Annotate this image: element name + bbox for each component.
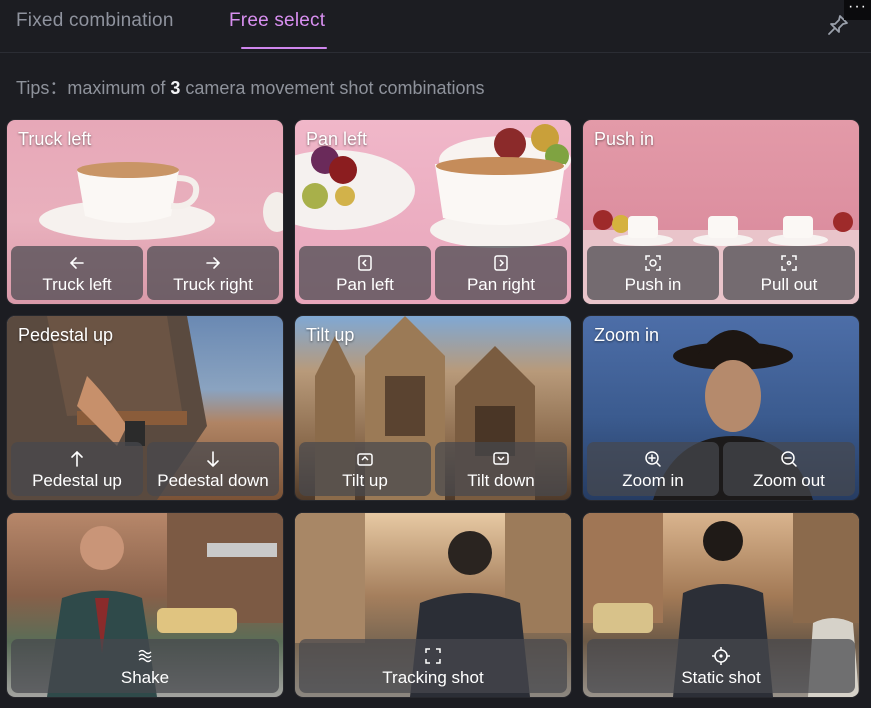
pedestal-down-button[interactable]: Pedestal down — [147, 442, 279, 496]
card-title: Zoom in — [594, 325, 660, 345]
tracking-icon — [425, 647, 441, 664]
card-pedestal[interactable]: Pedestal up Pedestal up Pedestal down — [7, 316, 283, 500]
zoom-in-button[interactable]: Zoom in — [587, 442, 719, 496]
truck-left-button[interactable]: Truck left — [11, 246, 143, 300]
button-label: Tilt down — [467, 470, 535, 490]
tilt-up-button[interactable]: Tilt up — [299, 442, 431, 496]
truck-right-button[interactable]: Truck right — [147, 246, 279, 300]
tilt-down-button[interactable]: Tilt down — [435, 442, 567, 496]
card-shake[interactable]: Shake — [7, 513, 283, 697]
card-zoom[interactable]: Zoom in Zoom in Zoom out — [583, 316, 859, 500]
pan-left-button[interactable]: Pan left — [299, 246, 431, 300]
zoom-in-icon — [645, 450, 661, 467]
card-title: Truck left — [18, 129, 92, 149]
card-pan[interactable]: Pan left Pan left Pan right — [295, 120, 571, 304]
pedestal-up-button[interactable]: Pedestal up — [11, 442, 143, 496]
button-label: Shake — [120, 667, 170, 687]
pan-right-button[interactable]: Pan right — [435, 246, 567, 300]
tilt-up-icon — [357, 452, 373, 466]
button-label: Zoom in — [622, 470, 684, 490]
tracking-shot-button[interactable]: Tracking shot — [299, 639, 567, 693]
card-static[interactable]: Static shot — [583, 513, 859, 697]
push-in-button[interactable]: Push in — [587, 246, 719, 300]
shake-button[interactable]: Shake — [11, 639, 279, 693]
active-tab-indicator — [241, 47, 327, 49]
tips-count: 3 — [170, 78, 181, 98]
push-in-icon — [645, 254, 661, 271]
tilt-down-icon — [493, 451, 509, 465]
pull-out-button[interactable]: Pull out — [723, 246, 855, 300]
tab-fixed-combination[interactable]: Fixed combination — [16, 10, 174, 32]
tips-text: Tips：maximum of 3 camera movement shot c… — [16, 74, 485, 100]
more-options-button[interactable]: ··· — [844, 0, 871, 20]
target-icon — [712, 646, 730, 665]
button-label: Truck left — [42, 274, 112, 294]
arrow-down-icon — [207, 450, 219, 467]
zoom-out-button[interactable]: Zoom out — [723, 442, 855, 496]
pull-out-icon — [781, 254, 797, 271]
button-label: Tilt up — [342, 470, 388, 490]
card-tilt[interactable]: Tilt up Tilt up Tilt down — [295, 316, 571, 500]
card-push[interactable]: Push in Push in Pull out — [583, 120, 859, 304]
button-label: Pedestal up — [32, 470, 122, 490]
tab-free-select[interactable]: Free select — [229, 10, 325, 32]
button-label: Pan right — [466, 274, 536, 294]
tips-suffix: camera movement shot combinations — [180, 78, 485, 98]
arrow-right-icon — [206, 256, 221, 269]
top-bar: Fixed combination Free select ··· — [0, 0, 871, 53]
button-label: Truck right — [173, 274, 253, 294]
button-label: Pedestal down — [157, 470, 269, 490]
button-label: Tracking shot — [382, 667, 484, 687]
card-title: Pedestal up — [18, 325, 114, 345]
pan-right-icon — [494, 254, 508, 271]
card-title: Push in — [594, 129, 655, 149]
zoom-out-icon — [781, 450, 797, 467]
card-tracking[interactable]: Tracking shot — [295, 513, 571, 697]
button-label: Push in — [624, 274, 682, 294]
button-label: Static shot — [681, 667, 761, 687]
card-truck[interactable]: Truck left Truck left Truck right — [7, 120, 283, 304]
button-label: Zoom out — [753, 470, 825, 490]
pan-left-icon — [358, 254, 372, 271]
card-title: Tilt up — [306, 325, 355, 345]
button-label: Pull out — [760, 274, 818, 294]
card-title: Pan left — [306, 129, 368, 149]
arrow-left-icon — [69, 256, 84, 269]
tips-prefix: Tips：maximum of — [16, 78, 171, 98]
shake-icon — [138, 649, 152, 662]
button-label: Pan left — [336, 274, 394, 294]
arrow-up-icon — [71, 450, 83, 467]
static-shot-button[interactable]: Static shot — [587, 639, 855, 693]
